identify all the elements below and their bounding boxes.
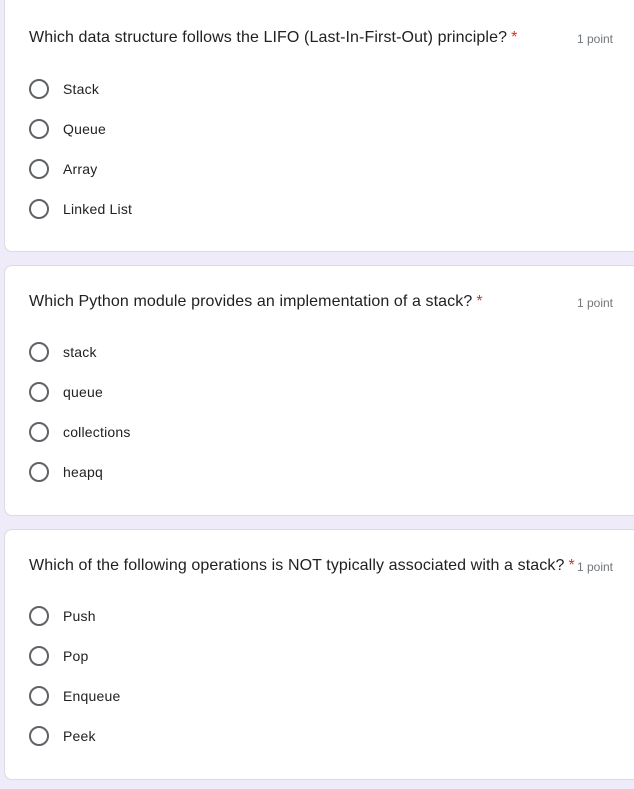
radio-option-group: Stack Queue Array Linked List bbox=[29, 69, 132, 229]
required-asterisk: * bbox=[511, 29, 518, 46]
question-points: 1 point bbox=[576, 32, 613, 46]
option-label: Peek bbox=[63, 728, 96, 744]
option-label: stack bbox=[63, 344, 97, 360]
radio-option-array[interactable]: Array bbox=[29, 149, 132, 189]
required-asterisk: * bbox=[476, 293, 483, 310]
question-title: Which data structure follows the LIFO (L… bbox=[29, 27, 517, 49]
question-text: Which data structure follows the LIFO (L… bbox=[29, 29, 508, 46]
radio-option-group: Push Pop Enqueue Peek bbox=[29, 596, 120, 756]
option-label: Pop bbox=[63, 648, 89, 664]
option-label: collections bbox=[63, 424, 131, 440]
radio-button[interactable] bbox=[29, 342, 49, 362]
question-card-2: Which Python module provides an implemen… bbox=[4, 265, 634, 516]
question-title: Which Python module provides an implemen… bbox=[29, 291, 483, 313]
option-label: Push bbox=[63, 608, 96, 624]
radio-button[interactable] bbox=[29, 462, 49, 482]
radio-button[interactable] bbox=[29, 422, 49, 442]
question-points: 1 point bbox=[576, 296, 613, 310]
radio-button[interactable] bbox=[29, 119, 49, 139]
radio-option-peek[interactable]: Peek bbox=[29, 716, 120, 756]
option-label: Stack bbox=[63, 81, 100, 97]
question-header: Which of the following operations is NOT… bbox=[29, 555, 613, 577]
radio-option-stack[interactable]: Stack bbox=[29, 69, 132, 109]
option-label: queue bbox=[63, 384, 103, 400]
radio-button[interactable] bbox=[29, 159, 49, 179]
question-header: Which Python module provides an implemen… bbox=[29, 291, 613, 313]
radio-option-group: stack queue collections heapq bbox=[29, 332, 131, 492]
radio-option-linked-list[interactable]: Linked List bbox=[29, 189, 132, 229]
question-card-1: Which data structure follows the LIFO (L… bbox=[4, 0, 634, 252]
radio-option-pop[interactable]: Pop bbox=[29, 636, 120, 676]
radio-option-heapq[interactable]: heapq bbox=[29, 452, 131, 492]
radio-button[interactable] bbox=[29, 646, 49, 666]
question-text: Which Python module provides an implemen… bbox=[29, 293, 473, 310]
radio-button[interactable] bbox=[29, 382, 49, 402]
radio-option-stack[interactable]: stack bbox=[29, 332, 131, 372]
radio-option-queue[interactable]: queue bbox=[29, 372, 131, 412]
radio-option-enqueue[interactable]: Enqueue bbox=[29, 676, 120, 716]
radio-option-push[interactable]: Push bbox=[29, 596, 120, 636]
radio-button[interactable] bbox=[29, 199, 49, 219]
question-title: Which of the following operations is NOT… bbox=[29, 555, 575, 577]
radio-button[interactable] bbox=[29, 606, 49, 626]
option-label: Enqueue bbox=[63, 688, 121, 704]
option-label: heapq bbox=[63, 464, 103, 480]
required-asterisk: * bbox=[568, 557, 575, 574]
radio-button[interactable] bbox=[29, 79, 49, 99]
question-header: Which data structure follows the LIFO (L… bbox=[29, 27, 613, 49]
radio-option-queue[interactable]: Queue bbox=[29, 109, 132, 149]
option-label: Array bbox=[63, 161, 98, 177]
option-label: Queue bbox=[63, 121, 107, 137]
question-card-3: Which of the following operations is NOT… bbox=[4, 529, 634, 780]
option-label: Linked List bbox=[63, 201, 133, 217]
radio-option-collections[interactable]: collections bbox=[29, 412, 131, 452]
radio-button[interactable] bbox=[29, 726, 49, 746]
question-text: Which of the following operations is NOT… bbox=[29, 557, 565, 574]
radio-button[interactable] bbox=[29, 686, 49, 706]
question-points: 1 point bbox=[576, 560, 613, 574]
